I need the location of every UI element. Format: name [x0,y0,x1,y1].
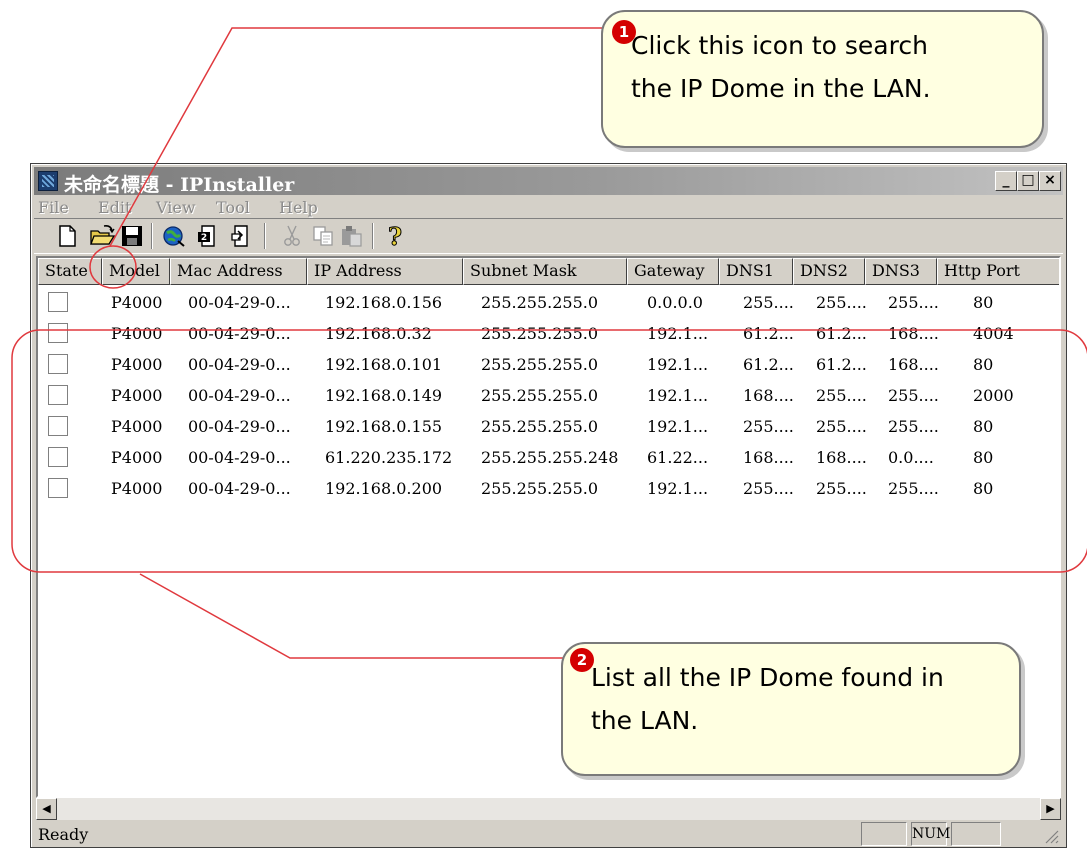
callout-1-number-badge: 1 [612,20,636,44]
callout-1-line-2: the IP Dome in the LAN. [631,74,931,103]
callout-2-leader-line [139,573,565,659]
callout-1-line-1: Click this icon to search [631,31,928,60]
callout-2-number-badge: 2 [570,648,594,672]
callout-2-line-2: the LAN. [591,706,699,735]
toolbar-highlight-circle [89,245,137,289]
callout-1-leader-line [109,27,605,247]
device-list-highlight [11,329,1087,573]
callout-1: Click this icon to search the IP Dome in… [601,10,1044,148]
callout-2: List all the IP Dome found in the LAN. [561,642,1021,776]
callout-2-line-1: List all the IP Dome found in [591,663,944,692]
